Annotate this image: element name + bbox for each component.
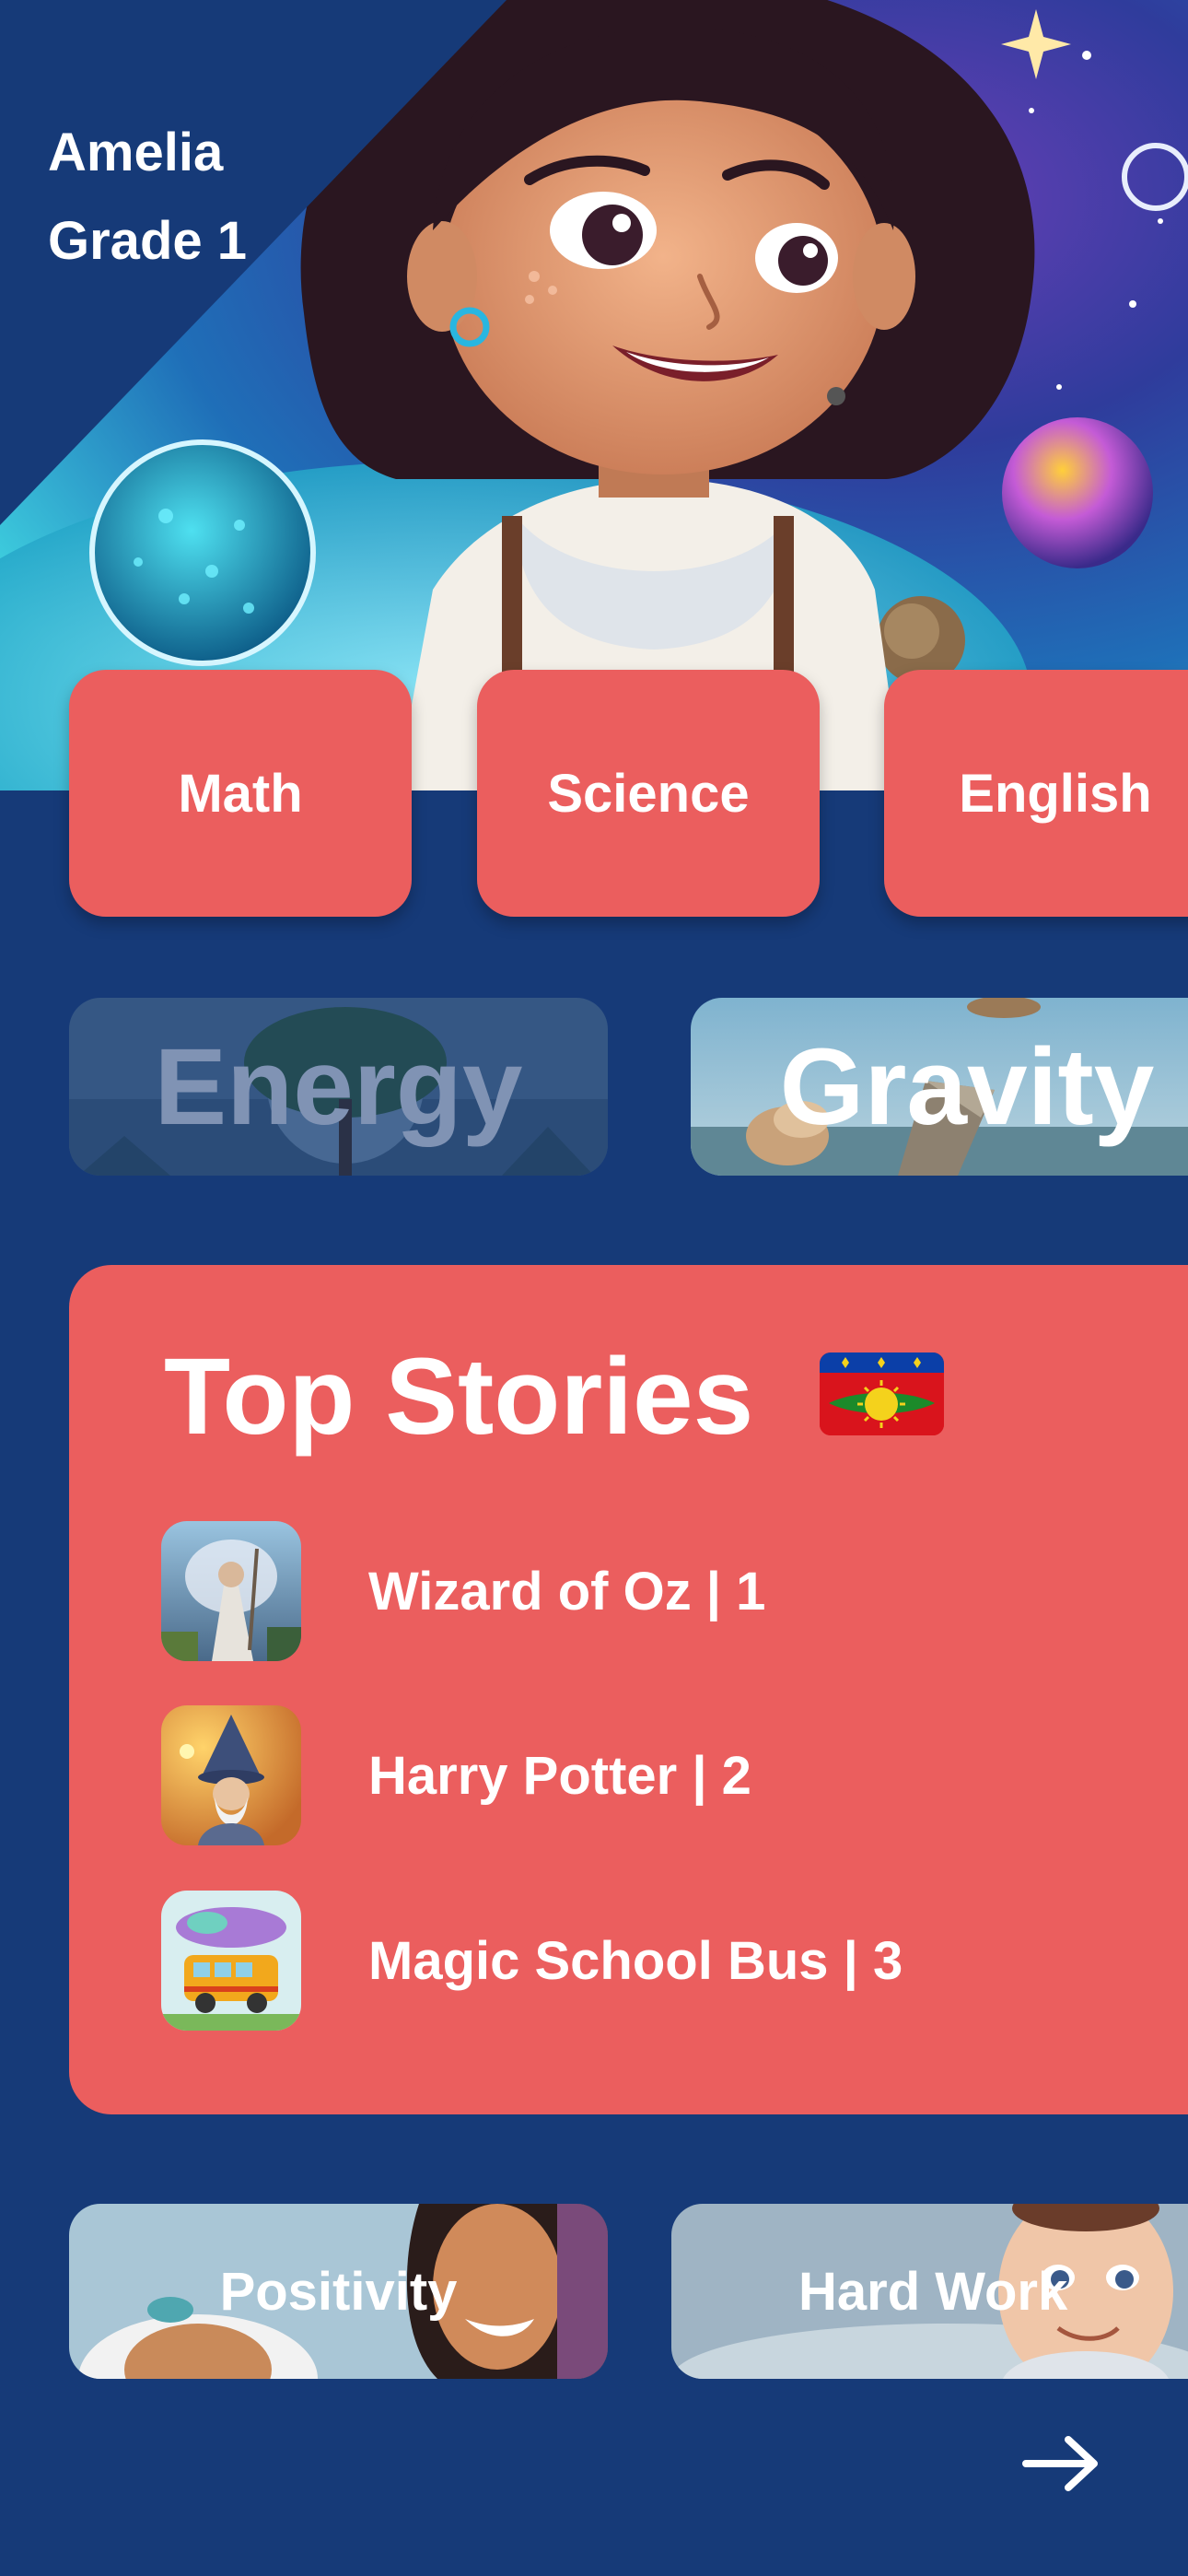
magic-school-bus-thumbnail <box>161 1891 301 2031</box>
topic-energy-label: Energy <box>154 1025 523 1148</box>
profile-name: Amelia <box>48 123 224 182</box>
profile-info: Amelia Grade 1 <box>48 109 247 286</box>
value-positivity-card[interactable]: Positivity <box>69 2204 608 2379</box>
story-item-magic-school-bus[interactable]: Magic School Bus | 3 <box>161 1891 1082 2031</box>
wizard-of-oz-thumbnail <box>161 1521 301 1661</box>
arrow-right-icon[interactable] <box>1020 2430 1101 2497</box>
topic-energy-card[interactable]: Energy <box>69 998 608 1176</box>
top-stories-title: Top Stories <box>164 1336 754 1458</box>
app-screen: Amelia Grade 1 Math Science English Ener… <box>0 0 1188 2576</box>
value-hardwork-card[interactable]: Hard Work <box>671 2204 1188 2379</box>
subject-science-button[interactable]: Science <box>477 670 820 917</box>
story-item-harry-potter[interactable]: Harry Potter | 2 <box>161 1705 1082 1845</box>
story-label: Wizard of Oz | 1 <box>368 1561 766 1622</box>
subject-math-button[interactable]: Math <box>69 670 412 917</box>
story-label: Harry Potter | 2 <box>368 1745 751 1806</box>
story-item-wizard-of-oz[interactable]: Wizard of Oz | 1 <box>161 1521 1082 1661</box>
value-hardwork-label: Hard Work <box>798 2261 1068 2322</box>
value-positivity-label: Positivity <box>219 2261 458 2322</box>
guadeloupe-flag-icon[interactable] <box>820 1352 944 1435</box>
story-label: Magic School Bus | 3 <box>368 1930 903 1991</box>
subject-english-button[interactable]: English <box>884 670 1188 917</box>
topic-gravity-card[interactable]: Gravity <box>691 998 1188 1176</box>
profile-grade: Grade 1 <box>48 211 247 271</box>
harry-potter-thumbnail <box>161 1705 301 1845</box>
topic-gravity-label: Gravity <box>779 1025 1155 1148</box>
top-stories-card: Top Stories Wizard of Oz | 1 Harry Potte… <box>69 1265 1188 2114</box>
